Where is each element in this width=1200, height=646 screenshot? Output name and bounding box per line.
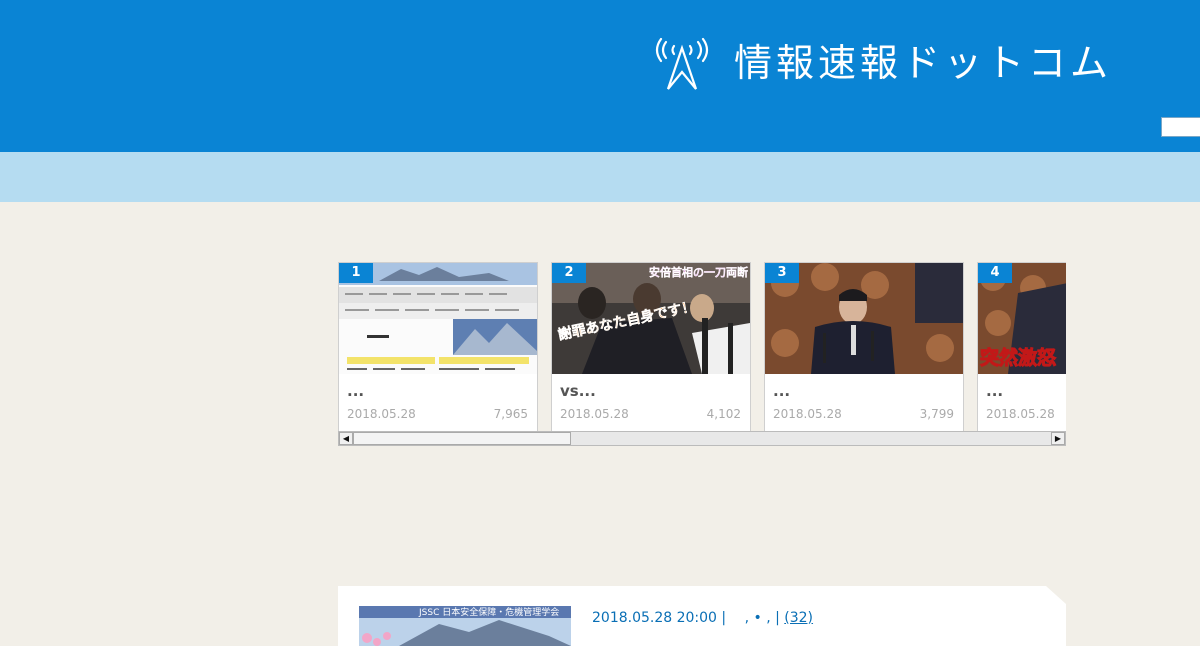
site-header: 情報速報ドットコム — [0, 0, 1200, 152]
thumbnail-caption: 突然激怒 — [979, 347, 1057, 370]
nav-bar — [0, 152, 1200, 202]
rank-badge: 2 — [552, 263, 586, 283]
ranking-carousel: 1 ... 2018.05.28 7,965 安倍首相の一刀両断 謝罪あなた自身… — [338, 262, 1066, 432]
post-date: 2018.05.28 20:00 — [592, 610, 717, 626]
site-title: 情報速報ドットコム — [734, 41, 1113, 85]
article-views: 7,965 — [493, 407, 528, 421]
rank-badge: 1 — [339, 263, 373, 283]
article-views: 3,799 — [919, 407, 954, 421]
article-date: 2018.05.28 — [560, 407, 629, 421]
meta-separator: | — [775, 610, 780, 626]
scrollbar-thumb[interactable] — [353, 432, 571, 445]
post-categories[interactable]: , • , — [745, 610, 771, 626]
ranking-card[interactable]: 突然激怒 4 ... 2018.05.28 — [977, 262, 1066, 432]
carousel-scrollbar[interactable]: ◀ ▶ — [338, 431, 1066, 446]
thumbnail-caption: JSSC 日本安全保障・危機管理学会 — [419, 608, 560, 618]
comments-link[interactable]: (32) — [784, 610, 813, 626]
ranking-card[interactable]: 安倍首相の一刀両断 謝罪あなた自身です！ 2 vs... 2018.05.28 … — [551, 262, 751, 432]
article-date: 2018.05.28 — [773, 407, 842, 421]
meta-separator: | — [721, 610, 727, 626]
ranking-card[interactable]: 3 ... 2018.05.28 3,799 — [764, 262, 964, 432]
post-thumbnail[interactable]: JSSC 日本安全保障・危機管理学会 — [359, 606, 571, 646]
article-title[interactable]: vs... — [560, 382, 596, 400]
article-title[interactable]: ... — [347, 382, 364, 400]
rank-badge: 3 — [765, 263, 799, 283]
antenna-icon — [652, 34, 712, 92]
post-card: JSSC 日本安全保障・危機管理学会 2018.05.28 20:00 | , … — [338, 586, 1066, 646]
scroll-right-arrow-icon[interactable]: ▶ — [1051, 432, 1065, 445]
article-title[interactable]: ... — [773, 382, 790, 400]
post-meta: 2018.05.28 20:00 | , • , | (32) — [592, 610, 813, 626]
search-input[interactable] — [1161, 117, 1200, 137]
site-logo[interactable]: 情報速報ドットコム — [652, 34, 1112, 92]
article-date: 2018.05.28 — [986, 407, 1055, 421]
ranking-card[interactable]: 1 ... 2018.05.28 7,965 — [338, 262, 538, 432]
article-title[interactable]: ... — [986, 382, 1003, 400]
thumbnail-caption: 安倍首相の一刀両断 — [649, 266, 748, 279]
scroll-left-arrow-icon[interactable]: ◀ — [339, 432, 353, 445]
rank-badge: 4 — [978, 263, 1012, 283]
article-views: 4,102 — [706, 407, 741, 421]
article-date: 2018.05.28 — [347, 407, 416, 421]
